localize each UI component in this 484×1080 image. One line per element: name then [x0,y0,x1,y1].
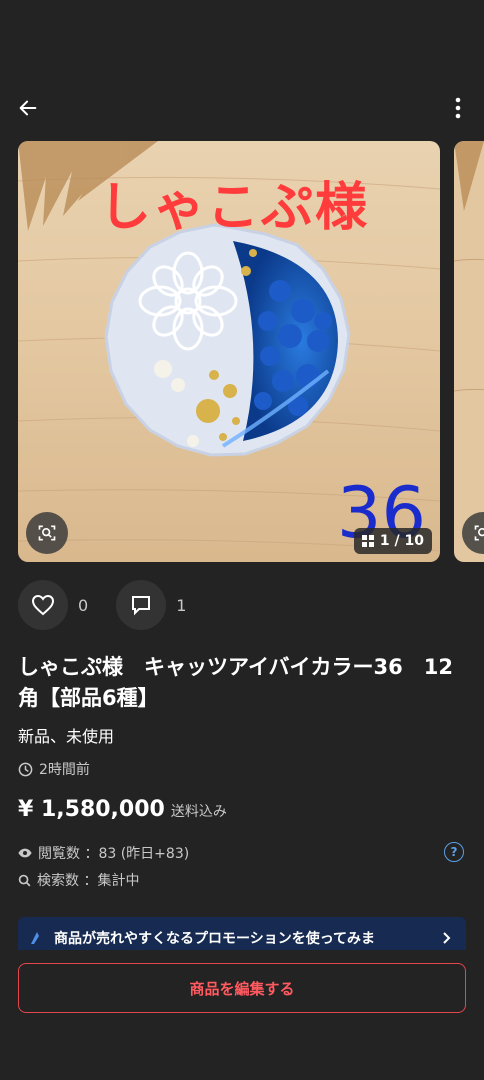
image-counter-text: 1 / 10 [379,533,424,549]
like-count: 0 [78,595,89,615]
image-search-icon [38,525,56,541]
photo-overlay-title: しゃこぷ様 [98,178,369,238]
price-row: ¥ 1,580,000 送料込み [18,797,227,822]
more-options-button[interactable] [444,92,472,124]
next-product-image [454,141,484,562]
chevron-right-icon [443,932,451,944]
grid-icon [361,535,374,547]
top-bar [0,84,484,134]
search-count-row: 検索数 ：集計中 [18,870,139,890]
comment-icon [132,596,151,616]
comment-count: 1 [176,595,187,615]
next-product-photo[interactable] [454,141,484,562]
product-photo[interactable]: しゃこぷ様 36 1 / 10 [18,141,440,562]
comment-button[interactable] [116,580,167,630]
help-icon: ? [450,845,458,859]
edit-item-button[interactable]: 商品を編集する [18,963,466,1013]
shipping-included: 送料込み [170,804,227,820]
image-search-icon [474,525,484,541]
heart-icon [31,594,55,616]
arrow-left-icon [19,100,37,116]
like-button[interactable] [18,580,68,630]
bottom-action-bar: 商品を編集する [0,950,484,1080]
social-actions: 0 1 [18,580,214,630]
promotion-icon [31,932,39,944]
price: ¥ 1,580,000 [18,797,165,822]
promotion-text: 商品が売れやすくなるプロモーションを使ってみま [54,931,376,947]
back-button[interactable] [12,92,44,124]
image-search-button[interactable] [26,512,68,554]
image-gallery[interactable]: しゃこぷ様 36 1 / 10 [0,141,484,563]
product-title: しゃこぷ様 キャッツアイバイカラー36 12角【部品6種】 [18,655,453,710]
product-condition: 新品、未使用 [18,727,115,746]
image-counter: 1 / 10 [353,528,432,554]
eye-icon [18,848,32,858]
search-count: 検索数 ：集計中 [37,873,140,889]
help-button[interactable]: ? [444,842,464,862]
view-count: 閲覧数 ：83 (昨日+83) [38,846,190,862]
search-icon [18,874,31,886]
view-count-row: 閲覧数 ：83 (昨日+83) [18,843,189,863]
clock-icon [18,762,33,776]
more-vertical-icon [455,97,461,119]
posted-time: 2時間前 [18,759,90,779]
posted-time-text: 2時間前 [39,762,90,778]
